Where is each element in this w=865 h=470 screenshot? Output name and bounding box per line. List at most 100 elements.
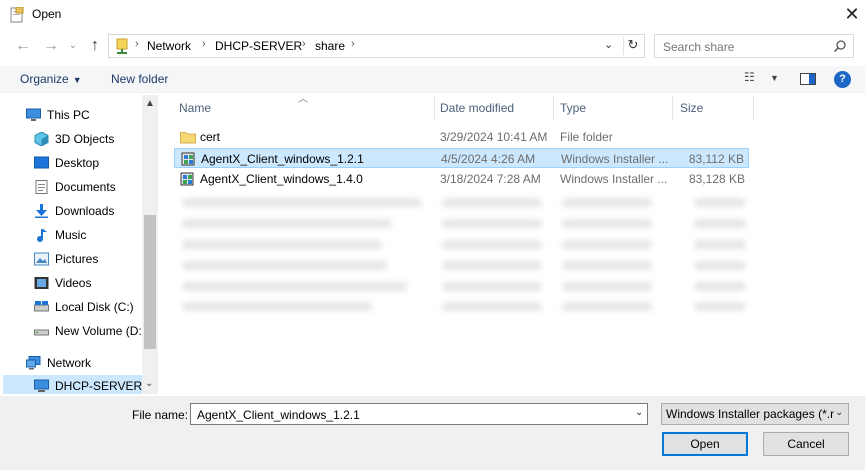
- documents-icon: [35, 180, 48, 194]
- nav-item-label: This PC: [47, 108, 90, 122]
- nav-item-label: Documents: [55, 180, 116, 194]
- column-divider[interactable]: [672, 96, 673, 120]
- nav-item-label: Downloads: [55, 204, 115, 218]
- file-name: AgentX_Client_windows_1.4.0: [200, 172, 363, 186]
- caret-down-icon: ▼: [72, 75, 82, 85]
- breadcrumb-dhcp-server[interactable]: DHCP-SERVER: [215, 39, 302, 53]
- nav-item-this-pc[interactable]: This PC: [26, 104, 158, 126]
- chevron-down-icon[interactable]: ⌄: [604, 38, 613, 51]
- nav-item-pictures[interactable]: Pictures: [34, 248, 158, 270]
- file-row[interactable]: cert 3/29/2024 10:41 AM File folder: [174, 127, 749, 147]
- file-date: 4/5/2024 4:26 AM: [441, 152, 536, 166]
- nav-item-dhcp-server[interactable]: DHCP-SERVER: [3, 375, 142, 394]
- nav-item-label: Network: [47, 356, 92, 370]
- breadcrumb-share[interactable]: share: [315, 39, 345, 53]
- new-folder-button[interactable]: New folder: [111, 72, 168, 86]
- 3d-objects-icon: [34, 132, 49, 146]
- window-title: Open: [32, 7, 62, 21]
- nav-item-network[interactable]: Network: [26, 352, 158, 374]
- installer-icon: [181, 152, 195, 166]
- view-options-icon[interactable]: ☷: [744, 70, 755, 88]
- nav-item-label: 3D Objects: [55, 132, 115, 146]
- file-type: File folder: [560, 130, 613, 144]
- search-box[interactable]: [654, 34, 854, 58]
- recent-locations-icon[interactable]: ⌄: [62, 36, 84, 58]
- drive-icon: [34, 329, 49, 336]
- downloads-icon: [35, 204, 48, 218]
- file-type: Windows Installer ...: [560, 172, 668, 186]
- this-pc-icon: [26, 108, 41, 121]
- desktop-icon: [34, 156, 49, 169]
- organize-button[interactable]: Organize ▼: [20, 72, 82, 86]
- chevron-down-icon[interactable]: ⌄: [635, 407, 643, 418]
- nav-item-label: New Volume (D:): [55, 324, 146, 338]
- column-divider[interactable]: [553, 96, 554, 120]
- forward-button[interactable]: →: [40, 36, 62, 58]
- file-type: Windows Installer ...: [561, 152, 669, 166]
- nav-item-documents[interactable]: Documents: [34, 176, 158, 198]
- file-name-combobox[interactable]: [190, 403, 648, 425]
- nav-item-desktop[interactable]: Desktop: [34, 152, 158, 174]
- cancel-button[interactable]: Cancel: [763, 432, 849, 456]
- organize-label: Organize: [20, 72, 69, 86]
- network-icon: [26, 356, 41, 370]
- file-size: 83,112 KB: [688, 152, 744, 166]
- title-bar: Open ✕: [0, 0, 865, 30]
- column-header-type[interactable]: Type: [560, 96, 586, 120]
- nav-item-music[interactable]: Music: [34, 224, 158, 246]
- scroll-up-icon[interactable]: ▲: [145, 98, 155, 109]
- file-name-input[interactable]: [195, 407, 629, 423]
- chevron-right-icon: ›: [302, 38, 306, 50]
- nav-item-downloads[interactable]: Downloads: [34, 200, 158, 222]
- folder-icon: [180, 132, 196, 144]
- music-icon: [37, 229, 47, 242]
- close-button[interactable]: ✕: [840, 4, 864, 26]
- videos-icon: [34, 277, 49, 289]
- scroll-down-icon[interactable]: ⌄: [145, 378, 153, 389]
- file-row-selected[interactable]: AgentX_Client_windows_1.2.1 4/5/2024 4:2…: [174, 148, 749, 168]
- column-header-date[interactable]: Date modified: [440, 96, 514, 120]
- command-bar: Organize ▼ New folder ☷ ▼ ?: [0, 66, 865, 93]
- caret-down-icon[interactable]: ▼: [770, 73, 779, 91]
- file-date: 3/18/2024 7:28 AM: [440, 172, 541, 186]
- nav-item-label: DHCP-SERVER: [55, 379, 142, 393]
- help-icon[interactable]: ?: [834, 71, 851, 88]
- file-type-select[interactable]: Windows Installer packages (*.r: [661, 403, 849, 425]
- column-header-name[interactable]: Name: [179, 96, 211, 120]
- navigation-pane: This PC 3D Objects Desktop Documents Dow…: [0, 95, 158, 394]
- installer-icon: [180, 172, 194, 186]
- column-divider[interactable]: [753, 96, 754, 120]
- search-icon[interactable]: [833, 39, 847, 53]
- up-button[interactable]: ↑: [84, 36, 106, 58]
- nav-item-local-disk[interactable]: Local Disk (C:): [34, 296, 158, 318]
- back-button[interactable]: ←: [12, 36, 34, 58]
- nav-scrollbar-thumb[interactable]: [144, 215, 156, 349]
- open-button[interactable]: Open: [662, 432, 748, 456]
- chevron-down-icon[interactable]: ⌄: [835, 407, 843, 418]
- nav-item-label: Music: [55, 228, 87, 242]
- chevron-right-icon: ›: [135, 38, 139, 50]
- column-divider[interactable]: [434, 96, 435, 120]
- chevron-right-icon: ›: [351, 38, 355, 50]
- file-size: 83,128 KB: [688, 172, 745, 186]
- nav-item-label: Pictures: [55, 252, 99, 266]
- chevron-right-icon: ›: [202, 38, 206, 50]
- local-disk-icon: [34, 301, 49, 312]
- nav-item-label: Videos: [55, 276, 92, 290]
- preview-pane-icon[interactable]: [800, 73, 816, 85]
- nav-item-videos[interactable]: Videos: [34, 272, 158, 294]
- nav-item-new-volume[interactable]: New Volume (D:): [34, 320, 158, 342]
- breadcrumb-network[interactable]: Network: [147, 39, 191, 53]
- nav-item-3d-objects[interactable]: 3D Objects: [34, 128, 158, 150]
- redacted-file-rows: [174, 190, 754, 315]
- search-input[interactable]: [661, 39, 825, 55]
- refresh-icon[interactable]: ↻: [623, 37, 642, 55]
- file-name: cert: [200, 130, 221, 144]
- sort-ascending-icon: ︿: [298, 94, 308, 105]
- network-location-icon: [116, 38, 128, 54]
- file-row[interactable]: AgentX_Client_windows_1.4.0 3/18/2024 7:…: [174, 169, 749, 189]
- column-header-size[interactable]: Size: [680, 96, 703, 120]
- file-name-label: File name:: [132, 408, 189, 422]
- address-bar[interactable]: › Network › DHCP-SERVER › share › ⌄ ↻: [108, 34, 645, 58]
- file-name: AgentX_Client_windows_1.2.1: [201, 152, 364, 166]
